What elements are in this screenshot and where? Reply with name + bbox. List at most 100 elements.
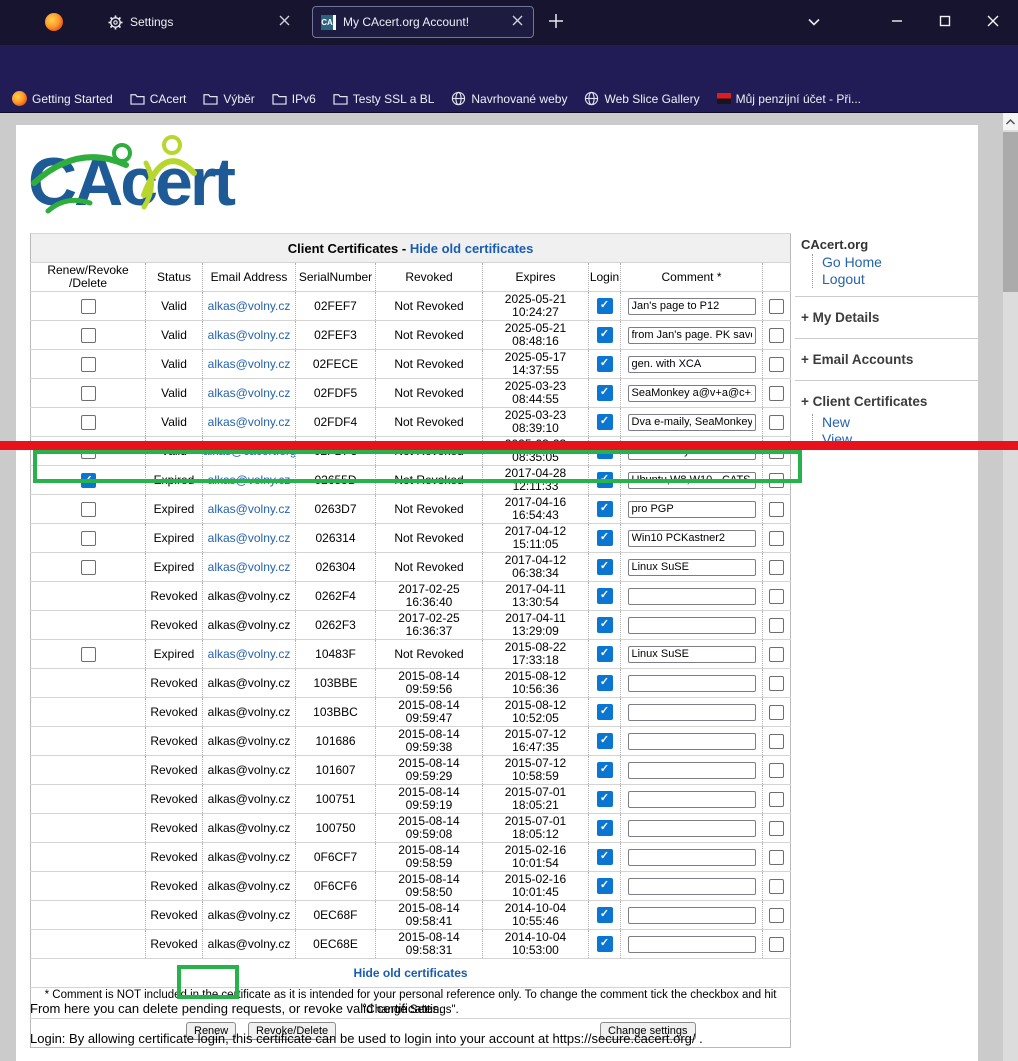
login-checkbox[interactable] xyxy=(597,675,613,691)
renew-checkbox[interactable] xyxy=(81,502,96,517)
sidebar-go-home-link[interactable]: Go Home xyxy=(822,254,978,271)
row-select-checkbox[interactable] xyxy=(769,502,784,517)
row-select-checkbox[interactable] xyxy=(769,879,784,894)
login-checkbox[interactable] xyxy=(597,820,613,836)
tab-settings[interactable]: Settings xyxy=(100,6,300,38)
comment-input[interactable] xyxy=(628,936,756,953)
sidebar-logout-link[interactable]: Logout xyxy=(822,271,978,288)
comment-input[interactable] xyxy=(628,559,756,576)
row-select-checkbox[interactable] xyxy=(769,560,784,575)
login-checkbox[interactable] xyxy=(597,559,613,575)
sidebar-email-accounts[interactable]: + Email Accounts xyxy=(795,347,978,372)
row-select-checkbox[interactable] xyxy=(769,531,784,546)
row-select-checkbox[interactable] xyxy=(769,908,784,923)
bookmark-penzijni-ucet[interactable]: Můj penzijní účet - Při... xyxy=(717,92,861,106)
email-link[interactable]: alkas@volny.cz xyxy=(208,502,291,516)
email-link[interactable]: alkas@volny.cz xyxy=(208,328,291,342)
login-checkbox[interactable] xyxy=(597,733,613,749)
new-tab-button[interactable] xyxy=(548,13,564,34)
tab-cacert-active[interactable]: CA My CAcert.org Account! xyxy=(312,6,534,38)
row-select-checkbox[interactable] xyxy=(769,386,784,401)
window-minimize-button[interactable] xyxy=(888,12,906,35)
login-checkbox[interactable] xyxy=(597,501,613,517)
bookmark-folder-cacert[interactable]: CAcert xyxy=(130,92,187,106)
comment-input[interactable] xyxy=(628,907,756,924)
login-checkbox[interactable] xyxy=(597,704,613,720)
login-checkbox[interactable] xyxy=(597,530,613,546)
comment-input[interactable] xyxy=(628,704,756,721)
row-select-checkbox[interactable] xyxy=(769,589,784,604)
hide-old-certificates-link-bottom[interactable]: Hide old certificates xyxy=(354,966,468,980)
window-maximize-button[interactable] xyxy=(936,12,954,35)
email-link[interactable]: alkas@volny.cz xyxy=(208,299,291,313)
comment-input[interactable] xyxy=(628,327,756,344)
login-checkbox[interactable] xyxy=(597,327,613,343)
comment-input[interactable] xyxy=(628,530,756,547)
row-select-checkbox[interactable] xyxy=(769,647,784,662)
row-select-checkbox[interactable] xyxy=(769,821,784,836)
row-select-checkbox[interactable] xyxy=(769,676,784,691)
email-link[interactable]: alkas@volny.cz xyxy=(208,560,291,574)
login-checkbox[interactable] xyxy=(597,414,613,430)
sidebar-new-link[interactable]: New xyxy=(822,414,978,431)
row-select-checkbox[interactable] xyxy=(769,328,784,343)
row-select-checkbox[interactable] xyxy=(769,792,784,807)
row-select-checkbox[interactable] xyxy=(769,415,784,430)
comment-input[interactable] xyxy=(628,762,756,779)
comment-input[interactable] xyxy=(628,385,756,402)
email-link[interactable]: alkas@volny.cz xyxy=(208,357,291,371)
list-all-tabs-chevron-icon[interactable] xyxy=(806,14,822,35)
comment-input[interactable] xyxy=(628,878,756,895)
renew-checkbox[interactable] xyxy=(81,415,96,430)
login-checkbox[interactable] xyxy=(597,849,613,865)
renew-checkbox[interactable] xyxy=(81,328,96,343)
scrollbar-up-arrow[interactable] xyxy=(1003,113,1018,130)
comment-input[interactable] xyxy=(628,588,756,605)
login-checkbox[interactable] xyxy=(597,617,613,633)
row-select-checkbox[interactable] xyxy=(769,299,784,314)
email-link[interactable]: alkas@volny.cz xyxy=(208,647,291,661)
comment-input[interactable] xyxy=(628,791,756,808)
comment-input[interactable] xyxy=(628,849,756,866)
row-select-checkbox[interactable] xyxy=(769,763,784,778)
comment-input[interactable] xyxy=(628,356,756,373)
bookmark-folder-testy[interactable]: Testy SSL a BL xyxy=(333,92,435,106)
row-select-checkbox[interactable] xyxy=(769,357,784,372)
renew-checkbox[interactable] xyxy=(81,386,96,401)
login-checkbox[interactable] xyxy=(597,588,613,604)
sidebar-my-details[interactable]: + My Details xyxy=(795,305,978,330)
hide-old-certificates-link[interactable]: Hide old certificates xyxy=(410,241,534,256)
login-checkbox[interactable] xyxy=(597,298,613,314)
bookmark-folder-vyber[interactable]: Výběr xyxy=(203,92,254,106)
row-select-checkbox[interactable] xyxy=(769,734,784,749)
window-close-button[interactable] xyxy=(984,12,1002,35)
row-select-checkbox[interactable] xyxy=(769,618,784,633)
renew-checkbox[interactable] xyxy=(81,560,96,575)
login-checkbox[interactable] xyxy=(597,907,613,923)
bookmark-web-slice-gallery[interactable]: Web Slice Gallery xyxy=(584,91,699,106)
row-select-checkbox[interactable] xyxy=(769,937,784,952)
row-select-checkbox[interactable] xyxy=(769,705,784,720)
comment-input[interactable] xyxy=(628,646,756,663)
comment-input[interactable] xyxy=(628,617,756,634)
comment-input[interactable] xyxy=(628,298,756,315)
email-link[interactable]: alkas@volny.cz xyxy=(208,386,291,400)
scrollbar-thumb[interactable] xyxy=(1003,132,1018,292)
tab-close-icon[interactable] xyxy=(509,15,525,29)
email-link[interactable]: alkas@volny.cz xyxy=(208,531,291,545)
comment-input[interactable] xyxy=(628,501,756,518)
login-checkbox[interactable] xyxy=(597,356,613,372)
bookmark-navrhovane-weby[interactable]: Navrhované weby xyxy=(451,91,567,106)
comment-input[interactable] xyxy=(628,414,756,431)
comment-input[interactable] xyxy=(628,675,756,692)
comment-input[interactable] xyxy=(628,820,756,837)
email-link[interactable]: alkas@volny.cz xyxy=(208,415,291,429)
sidebar-client-certificates[interactable]: + Client Certificates xyxy=(795,389,978,414)
row-select-checkbox[interactable] xyxy=(769,850,784,865)
login-checkbox[interactable] xyxy=(597,646,613,662)
scrollbar[interactable] xyxy=(1003,113,1018,1061)
login-checkbox[interactable] xyxy=(597,762,613,778)
login-checkbox[interactable] xyxy=(597,791,613,807)
renew-checkbox[interactable] xyxy=(81,531,96,546)
bookmark-getting-started[interactable]: Getting Started xyxy=(12,91,113,106)
